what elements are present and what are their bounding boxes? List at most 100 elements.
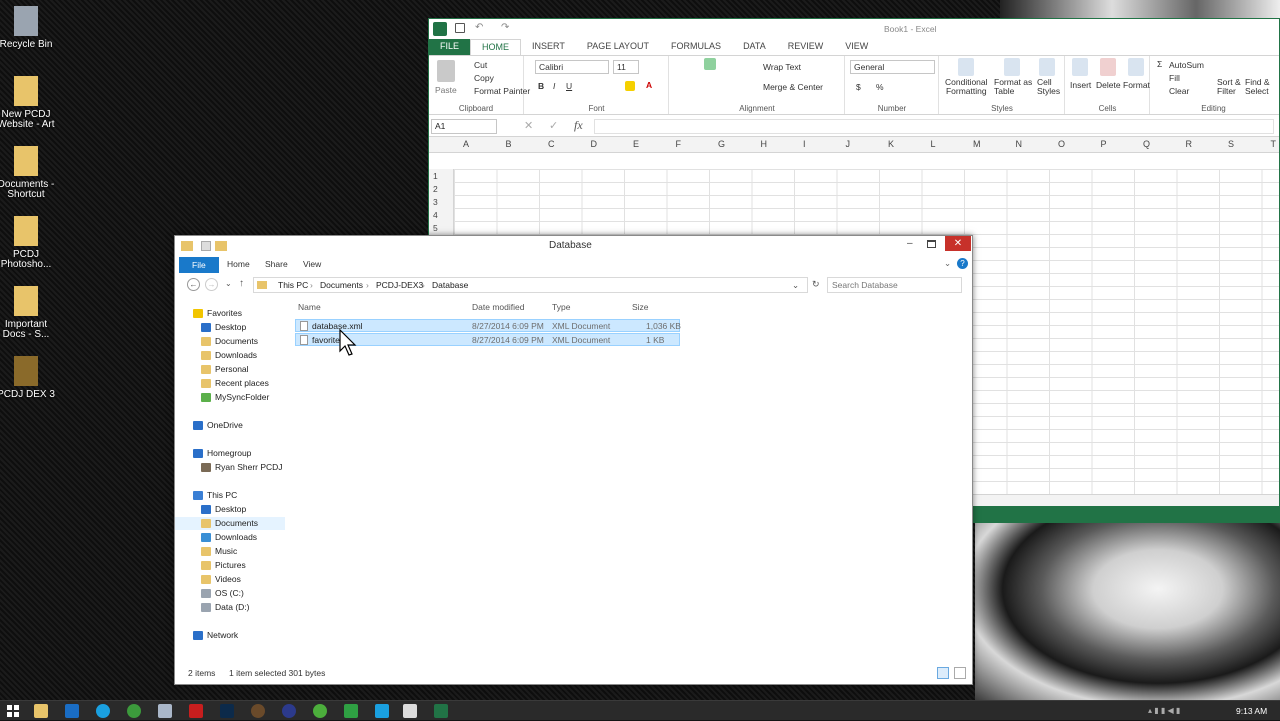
properties-icon[interactable] (201, 241, 211, 251)
help-icon[interactable]: ? (957, 258, 968, 269)
cancel-icon[interactable]: ✕ (524, 119, 533, 132)
column-header[interactable]: J (846, 139, 851, 149)
dex3-taskbar-icon[interactable] (251, 704, 265, 718)
app-taskbar-icon[interactable] (282, 704, 296, 718)
app-taskbar-icon[interactable] (344, 704, 358, 718)
outlook-taskbar-icon[interactable] (65, 704, 79, 718)
column-header[interactable]: E (633, 139, 639, 149)
column-header[interactable]: P (1101, 139, 1107, 149)
spotify-taskbar-icon[interactable] (313, 704, 327, 718)
save-icon[interactable] (455, 23, 465, 33)
tab-file[interactable]: FILE (429, 39, 471, 55)
search-input[interactable]: Search Database (827, 277, 962, 293)
format-as-table-button[interactable]: Format as Table (994, 78, 1032, 96)
notepad-taskbar-icon[interactable] (158, 704, 172, 718)
nav-item[interactable]: OS (C:) (175, 587, 285, 600)
format-cells-button[interactable]: Format (1123, 80, 1150, 90)
nav-item[interactable]: Homegroup (175, 447, 285, 460)
column-header-size[interactable]: Size (632, 302, 649, 316)
cut-button[interactable]: Cut (474, 60, 487, 70)
bold-button[interactable]: B (538, 81, 544, 91)
camtasia-taskbar-icon[interactable] (403, 704, 417, 718)
fill-button[interactable]: Fill (1169, 73, 1180, 83)
italic-button[interactable]: I (553, 81, 555, 91)
recent-locations-icon[interactable]: ⌄ (225, 279, 232, 288)
nav-item[interactable]: Videos (175, 573, 285, 586)
column-header[interactable]: H (761, 139, 768, 149)
row-header[interactable]: 2 (433, 184, 438, 194)
nav-item[interactable]: Data (D:) (175, 601, 285, 614)
tab-share[interactable]: Share (265, 259, 288, 269)
merge-center-button[interactable]: Merge & Center (763, 82, 823, 92)
forward-button[interactable]: → (205, 278, 218, 291)
align-middle-icon[interactable] (704, 58, 716, 70)
insert-function-icon[interactable]: fx (574, 118, 583, 133)
large-icons-view-icon[interactable] (954, 667, 966, 679)
row-header[interactable]: 4 (433, 210, 438, 220)
font-size-select[interactable]: 11 (613, 60, 639, 74)
column-header[interactable]: S (1228, 139, 1234, 149)
column-header[interactable]: R (1186, 139, 1193, 149)
desktop-icon[interactable]: Recycle Bin (0, 6, 61, 50)
column-header-date[interactable]: Date modified (472, 302, 524, 316)
fill-color-icon[interactable] (625, 81, 635, 91)
clear-button[interactable]: Clear (1169, 86, 1189, 96)
nav-item[interactable]: Network (175, 629, 285, 642)
tab-review[interactable]: REVIEW (777, 39, 835, 55)
nav-item[interactable]: This PC (175, 489, 285, 502)
insert-cells-button[interactable]: Insert (1070, 80, 1091, 90)
file-explorer-window[interactable]: Database – ✕ File Home Share View ⌄ ? ← … (174, 235, 973, 685)
breadcrumb-database[interactable]: Database (432, 280, 468, 290)
column-header[interactable]: I (803, 139, 806, 149)
nav-item[interactable]: MySyncFolder (175, 391, 285, 404)
tab-file[interactable]: File (179, 257, 219, 273)
skype-taskbar-icon[interactable] (375, 704, 389, 718)
new-folder-icon[interactable] (215, 241, 227, 251)
delete-cells-button[interactable]: Delete (1096, 80, 1121, 90)
format-painter-button[interactable]: Format Painter (474, 86, 530, 96)
maximize-button[interactable] (927, 240, 936, 248)
nav-item[interactable]: Recent places (175, 377, 285, 390)
currency-button[interactable]: $ (856, 82, 861, 92)
clock[interactable]: 9:13 AM (1236, 706, 1267, 716)
redo-icon[interactable]: ↷ (501, 22, 509, 33)
tab-insert[interactable]: INSERT (521, 39, 576, 55)
desktop-icon[interactable]: PCDJ DEX 3 (0, 356, 61, 400)
underline-button[interactable]: U (566, 81, 572, 91)
breadcrumb-pcdj-dex3[interactable]: PCDJ-DEX3 (376, 280, 423, 290)
nav-item[interactable]: Desktop (175, 503, 285, 516)
nav-item[interactable]: Pictures (175, 559, 285, 572)
desktop-icon[interactable]: New PCDJ Website - Art (0, 76, 61, 130)
up-button[interactable]: ↑ (239, 278, 244, 289)
desktop-icon[interactable]: PCDJ Photosho... (0, 216, 61, 270)
nav-item[interactable]: Desktop (175, 321, 285, 334)
nav-item[interactable]: Ryan Sherr PCDJ (175, 461, 285, 474)
column-header[interactable]: N (1016, 139, 1023, 149)
nav-item[interactable]: Downloads (175, 531, 285, 544)
excel-taskbar-icon[interactable] (434, 704, 448, 718)
file-explorer-taskbar-icon[interactable] (34, 704, 48, 718)
column-header[interactable]: L (931, 139, 936, 149)
close-button[interactable]: ✕ (945, 236, 971, 251)
column-header[interactable]: M (973, 139, 981, 149)
font-color-icon[interactable]: A (646, 80, 652, 90)
column-header[interactable]: T (1271, 139, 1277, 149)
column-header[interactable]: B (506, 139, 512, 149)
chrome-taskbar-icon[interactable] (127, 704, 141, 718)
tab-page-layout[interactable]: PAGE LAYOUT (576, 39, 660, 55)
column-header[interactable]: K (888, 139, 894, 149)
column-header[interactable]: D (591, 139, 598, 149)
formula-input[interactable] (594, 119, 1274, 134)
skype-taskbar-icon[interactable] (96, 704, 110, 718)
column-header[interactable]: Q (1143, 139, 1150, 149)
nav-item[interactable]: OneDrive (175, 419, 285, 432)
expand-ribbon-icon[interactable]: ⌄ (944, 258, 951, 269)
tray-icons[interactable]: ▴ ▮ ▮ ◀ ▮ (1148, 706, 1180, 715)
column-header-type[interactable]: Type (552, 302, 570, 316)
nav-item[interactable]: Favorites (175, 307, 285, 320)
name-box[interactable]: A1 (431, 119, 497, 134)
desktop-icon[interactable]: Important Docs - S... (0, 286, 61, 340)
find-select-button[interactable]: Find & Select (1245, 78, 1270, 96)
tab-formulas[interactable]: FORMULAS (660, 39, 732, 55)
column-header-name[interactable]: Name (298, 302, 321, 316)
